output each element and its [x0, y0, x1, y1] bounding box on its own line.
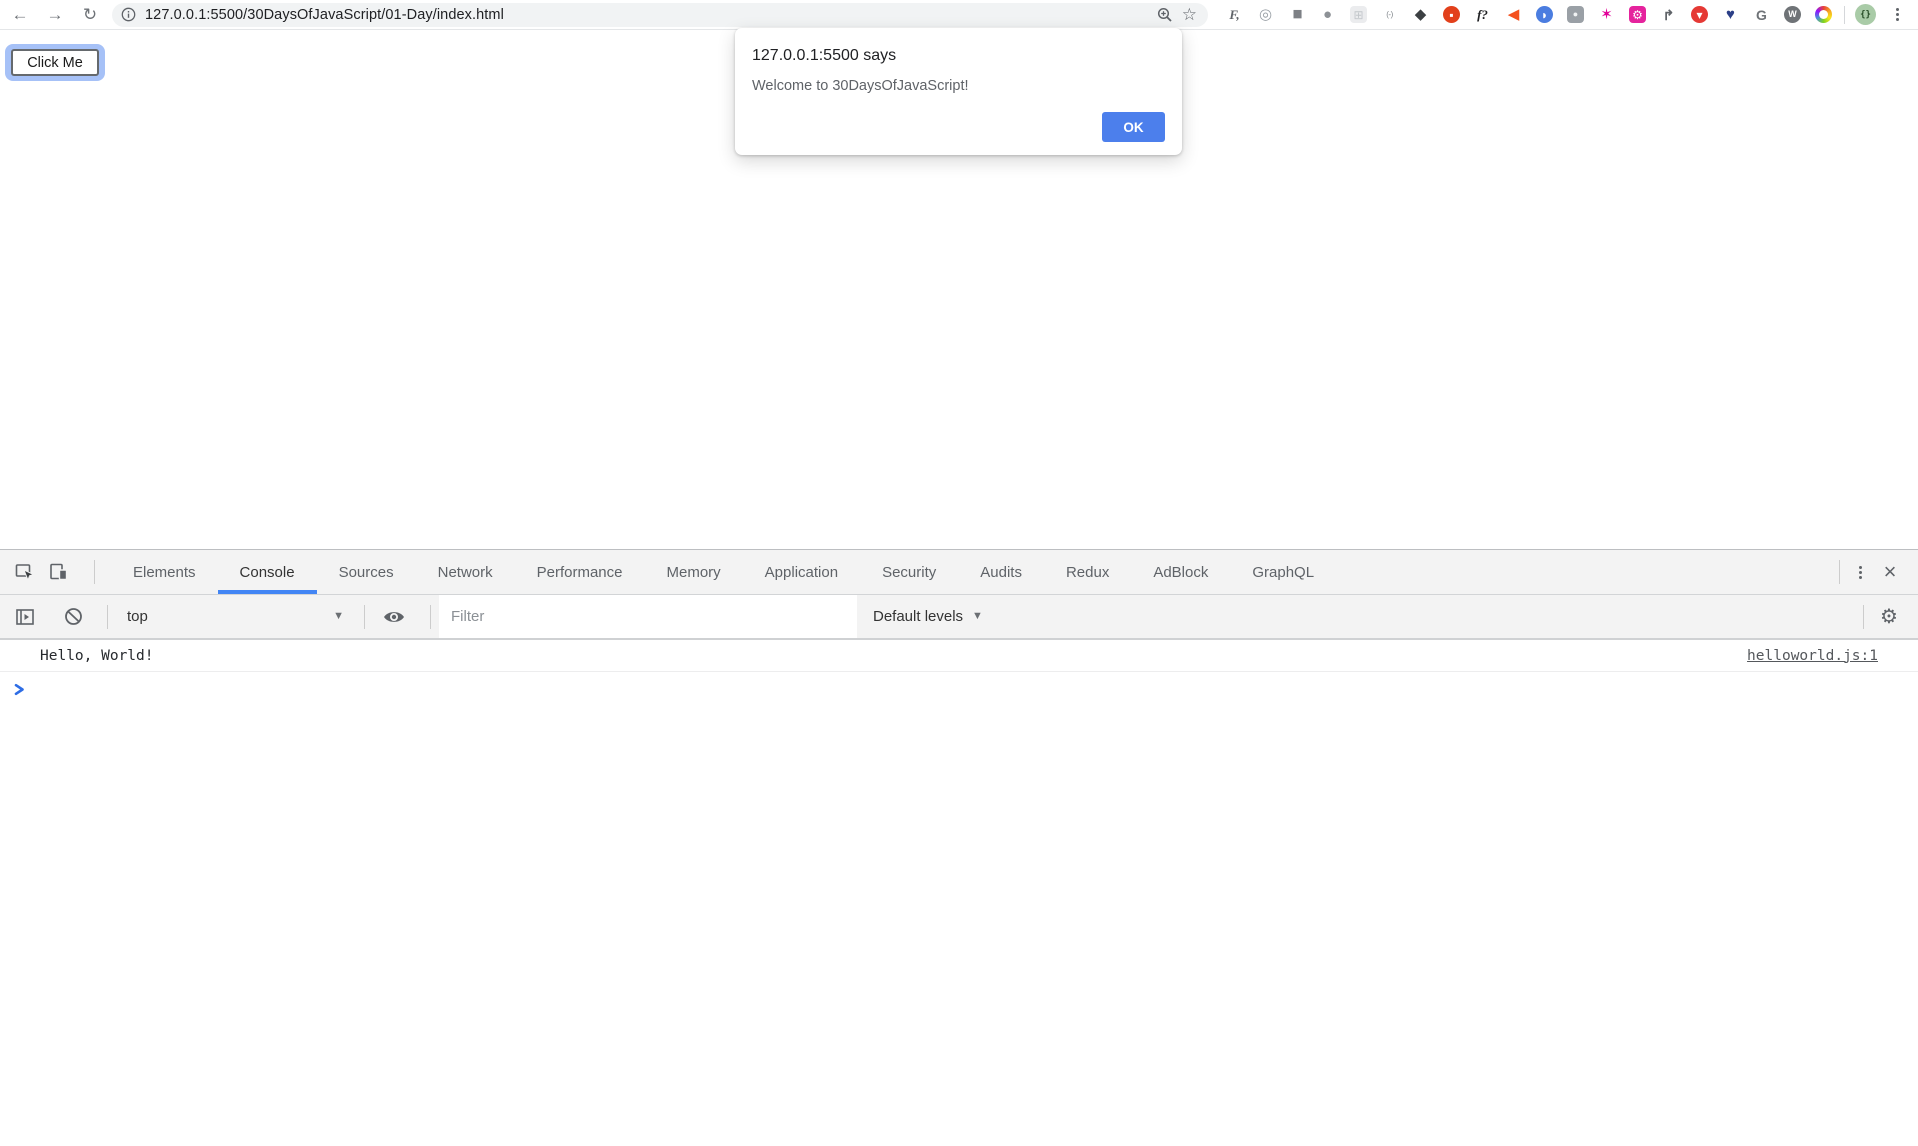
log-levels-label: Default levels: [873, 608, 963, 625]
browser-menu-icon[interactable]: [1889, 6, 1905, 24]
forward-icon[interactable]: →: [45, 4, 65, 26]
toolbar-divider: [430, 605, 431, 629]
console-toolbar: top ▼ Default levels ▼ ⚙: [0, 595, 1918, 640]
prompt-chevron-icon: [13, 683, 26, 696]
heart-search-icon[interactable]: ♥: [1722, 6, 1739, 23]
click-me-button[interactable]: Click Me: [11, 49, 99, 76]
address-bar[interactable]: 127.0.0.1:5500/30DaysOfJavaScript/01-Day…: [112, 3, 1208, 27]
toolbar-divider: [364, 605, 365, 629]
filter-input[interactable]: [439, 595, 857, 638]
bug-icon[interactable]: ●: [1319, 6, 1336, 23]
bookmark-star-icon[interactable]: ☆: [1182, 6, 1197, 23]
reload-icon[interactable]: ↻: [80, 4, 100, 26]
ok-button[interactable]: OK: [1102, 112, 1165, 142]
tab-elements[interactable]: Elements: [111, 550, 218, 594]
parens-icon[interactable]: (-): [1381, 6, 1398, 23]
tab-security[interactable]: Security: [860, 550, 958, 594]
console-message-row: Hello, World! helloworld.js:1: [0, 640, 1918, 672]
split-view-icon[interactable]: ▮▮: [1288, 6, 1305, 23]
w-circle-icon[interactable]: W: [1784, 6, 1801, 23]
color-wheel-icon[interactable]: [1815, 6, 1832, 23]
browser-toolbar: ← → ↻ 127.0.0.1:5500/30DaysOfJavaScript/…: [0, 0, 1918, 30]
alert-title: 127.0.0.1:5500 says: [752, 47, 1165, 65]
alert-message: Welcome to 30DaysOfJavaScript!: [752, 78, 1165, 94]
tab-console[interactable]: Console: [218, 550, 317, 594]
alert-dialog: 127.0.0.1:5500 says Welcome to 30DaysOfJ…: [735, 28, 1182, 155]
inspect-element-icon[interactable]: [8, 550, 42, 594]
devtools-tab-bar: Elements Console Sources Network Perform…: [0, 550, 1918, 595]
url-text[interactable]: 127.0.0.1:5500/30DaysOfJavaScript/01-Day…: [145, 7, 1148, 23]
font-switcher-icon[interactable]: F,: [1226, 6, 1243, 23]
live-expression-eye-icon[interactable]: [379, 602, 409, 632]
toolbar-right-divider: [1863, 605, 1864, 629]
tab-adblock[interactable]: AdBlock: [1131, 550, 1230, 594]
g-ring-icon[interactable]: G: [1753, 6, 1770, 23]
source-link[interactable]: helloworld.js:1: [1747, 648, 1878, 664]
toolbar-divider: [1844, 6, 1845, 24]
eyedropper-icon[interactable]: ◆: [1412, 6, 1429, 23]
tab-application[interactable]: Application: [743, 550, 860, 594]
megaphone-icon[interactable]: ◀: [1505, 6, 1522, 23]
profile-avatar[interactable]: {}: [1855, 4, 1876, 25]
execution-context-label: top: [127, 608, 148, 625]
tab-audits[interactable]: Audits: [958, 550, 1044, 594]
chevron-down-icon: ▼: [333, 611, 344, 622]
device-toolbar-icon[interactable]: [42, 550, 76, 594]
console-sidebar-icon[interactable]: [10, 602, 40, 632]
execution-context-selector[interactable]: top ▼: [108, 595, 356, 638]
nav-buttons: ← → ↻: [10, 4, 100, 26]
devtools-menu-icon[interactable]: [1852, 563, 1868, 581]
tab-redux[interactable]: Redux: [1044, 550, 1131, 594]
tab-network[interactable]: Network: [416, 550, 515, 594]
info-icon[interactable]: [121, 7, 136, 22]
extensions-row: F, ◎ ▮▮ ● ⊞ (-) ◆ ▪ f? ◀ ◗ ● ✶ ⚙ ↱ ▾ ♥ GW: [1226, 6, 1832, 23]
click-me-focus-ring: Click Me: [5, 44, 105, 81]
corner-arrow-icon[interactable]: ↱: [1660, 6, 1677, 23]
tab-graphql[interactable]: GraphQL: [1230, 550, 1336, 594]
console-message: Hello, World!: [40, 648, 154, 664]
zoom-icon[interactable]: [1157, 7, 1173, 23]
devtools-panel: Elements Console Sources Network Perform…: [0, 549, 1918, 1146]
faded-grid-icon[interactable]: ⊞: [1350, 6, 1367, 23]
tab-memory[interactable]: Memory: [645, 550, 743, 594]
gear-box-icon[interactable]: ⚙: [1629, 6, 1646, 23]
clear-console-icon[interactable]: [58, 602, 88, 632]
devtools-close-icon[interactable]: ×: [1868, 561, 1912, 583]
camera-icon[interactable]: ●: [1567, 6, 1584, 23]
chevron-down-icon: ▼: [972, 611, 983, 622]
tab-bar-right-divider: [1839, 560, 1840, 584]
bookmark-dot-icon[interactable]: ▾: [1691, 6, 1708, 23]
lens-rings-icon[interactable]: ◎: [1257, 6, 1274, 23]
graphql-ext-icon[interactable]: ✶: [1598, 6, 1615, 23]
console-prompt[interactable]: [0, 672, 1918, 706]
log-levels-selector[interactable]: Default levels ▼: [873, 608, 983, 625]
tab-sources[interactable]: Sources: [317, 550, 416, 594]
settings-gear-icon[interactable]: ⚙: [1874, 602, 1904, 632]
back-icon[interactable]: ←: [10, 4, 30, 26]
stop-hand-icon[interactable]: ▪: [1443, 6, 1460, 23]
math-f-icon[interactable]: f?: [1474, 6, 1491, 23]
blue-orb-icon[interactable]: ◗: [1536, 6, 1553, 23]
tab-bar-divider: [94, 560, 95, 584]
tab-performance[interactable]: Performance: [515, 550, 645, 594]
